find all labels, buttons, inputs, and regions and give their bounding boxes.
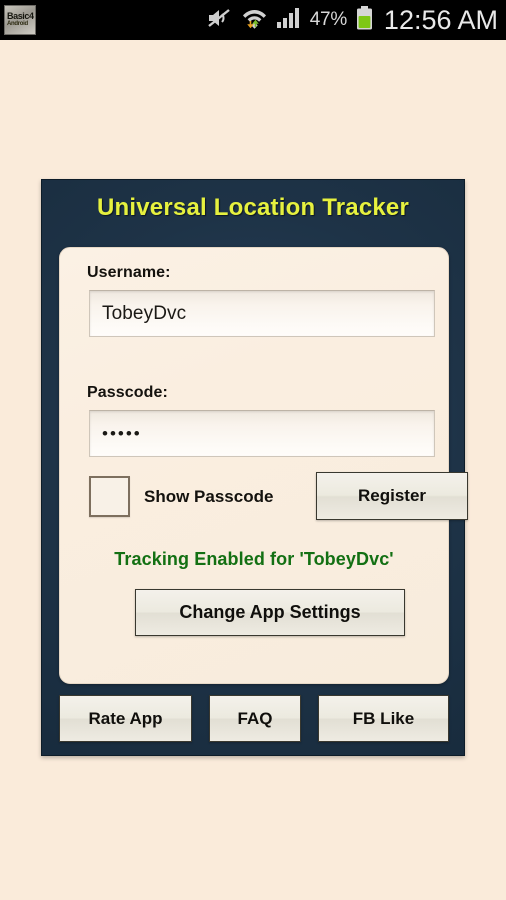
- tracking-status-text: Tracking Enabled for 'TobeyDvc': [114, 549, 394, 569]
- username-input[interactable]: TobeyDvc: [89, 290, 435, 337]
- notification-icon-line1: Basic4: [7, 11, 34, 21]
- status-bar: Basic4 Android 47% 12:56 AM: [0, 0, 506, 40]
- register-button[interactable]: Register: [316, 472, 468, 520]
- fb-like-button[interactable]: FB Like: [318, 695, 449, 742]
- clock-label: 12:56 AM: [383, 5, 498, 35]
- username-input-value: TobeyDvc: [102, 302, 187, 324]
- change-app-settings-button[interactable]: Change App Settings: [135, 589, 405, 636]
- battery-icon: [356, 5, 373, 35]
- show-passcode-label: Show Passcode: [144, 486, 274, 506]
- notification-icon-line2: Android: [7, 21, 28, 27]
- passcode-input-value: •••••: [102, 423, 142, 443]
- passcode-input[interactable]: •••••: [89, 410, 435, 457]
- passcode-label: Passcode:: [87, 384, 168, 401]
- app-panel: Universal Location Tracker Username: Tob…: [41, 179, 468, 756]
- login-card: Username: TobeyDvc Passcode: ••••• Show …: [59, 247, 468, 684]
- rate-app-button[interactable]: Rate App: [59, 695, 192, 742]
- signal-bars-icon: [276, 7, 301, 34]
- status-bar-left: Basic4 Android: [4, 5, 36, 35]
- battery-percent-label: 47%: [309, 9, 347, 30]
- show-passcode-row[interactable]: Show Passcode: [89, 476, 273, 517]
- faq-button[interactable]: FAQ: [209, 695, 301, 742]
- username-label: Username:: [87, 264, 171, 281]
- bottom-button-row: Rate App FAQ FB Like: [59, 695, 449, 742]
- mute-icon: [207, 7, 233, 34]
- page-title: Universal Location Tracker: [97, 194, 409, 221]
- status-bar-right: 47% 12:56 AM: [207, 5, 498, 35]
- show-passcode-checkbox[interactable]: [89, 476, 130, 517]
- wifi-data-icon: [242, 6, 267, 34]
- basic4android-notification-icon[interactable]: Basic4 Android: [4, 5, 36, 35]
